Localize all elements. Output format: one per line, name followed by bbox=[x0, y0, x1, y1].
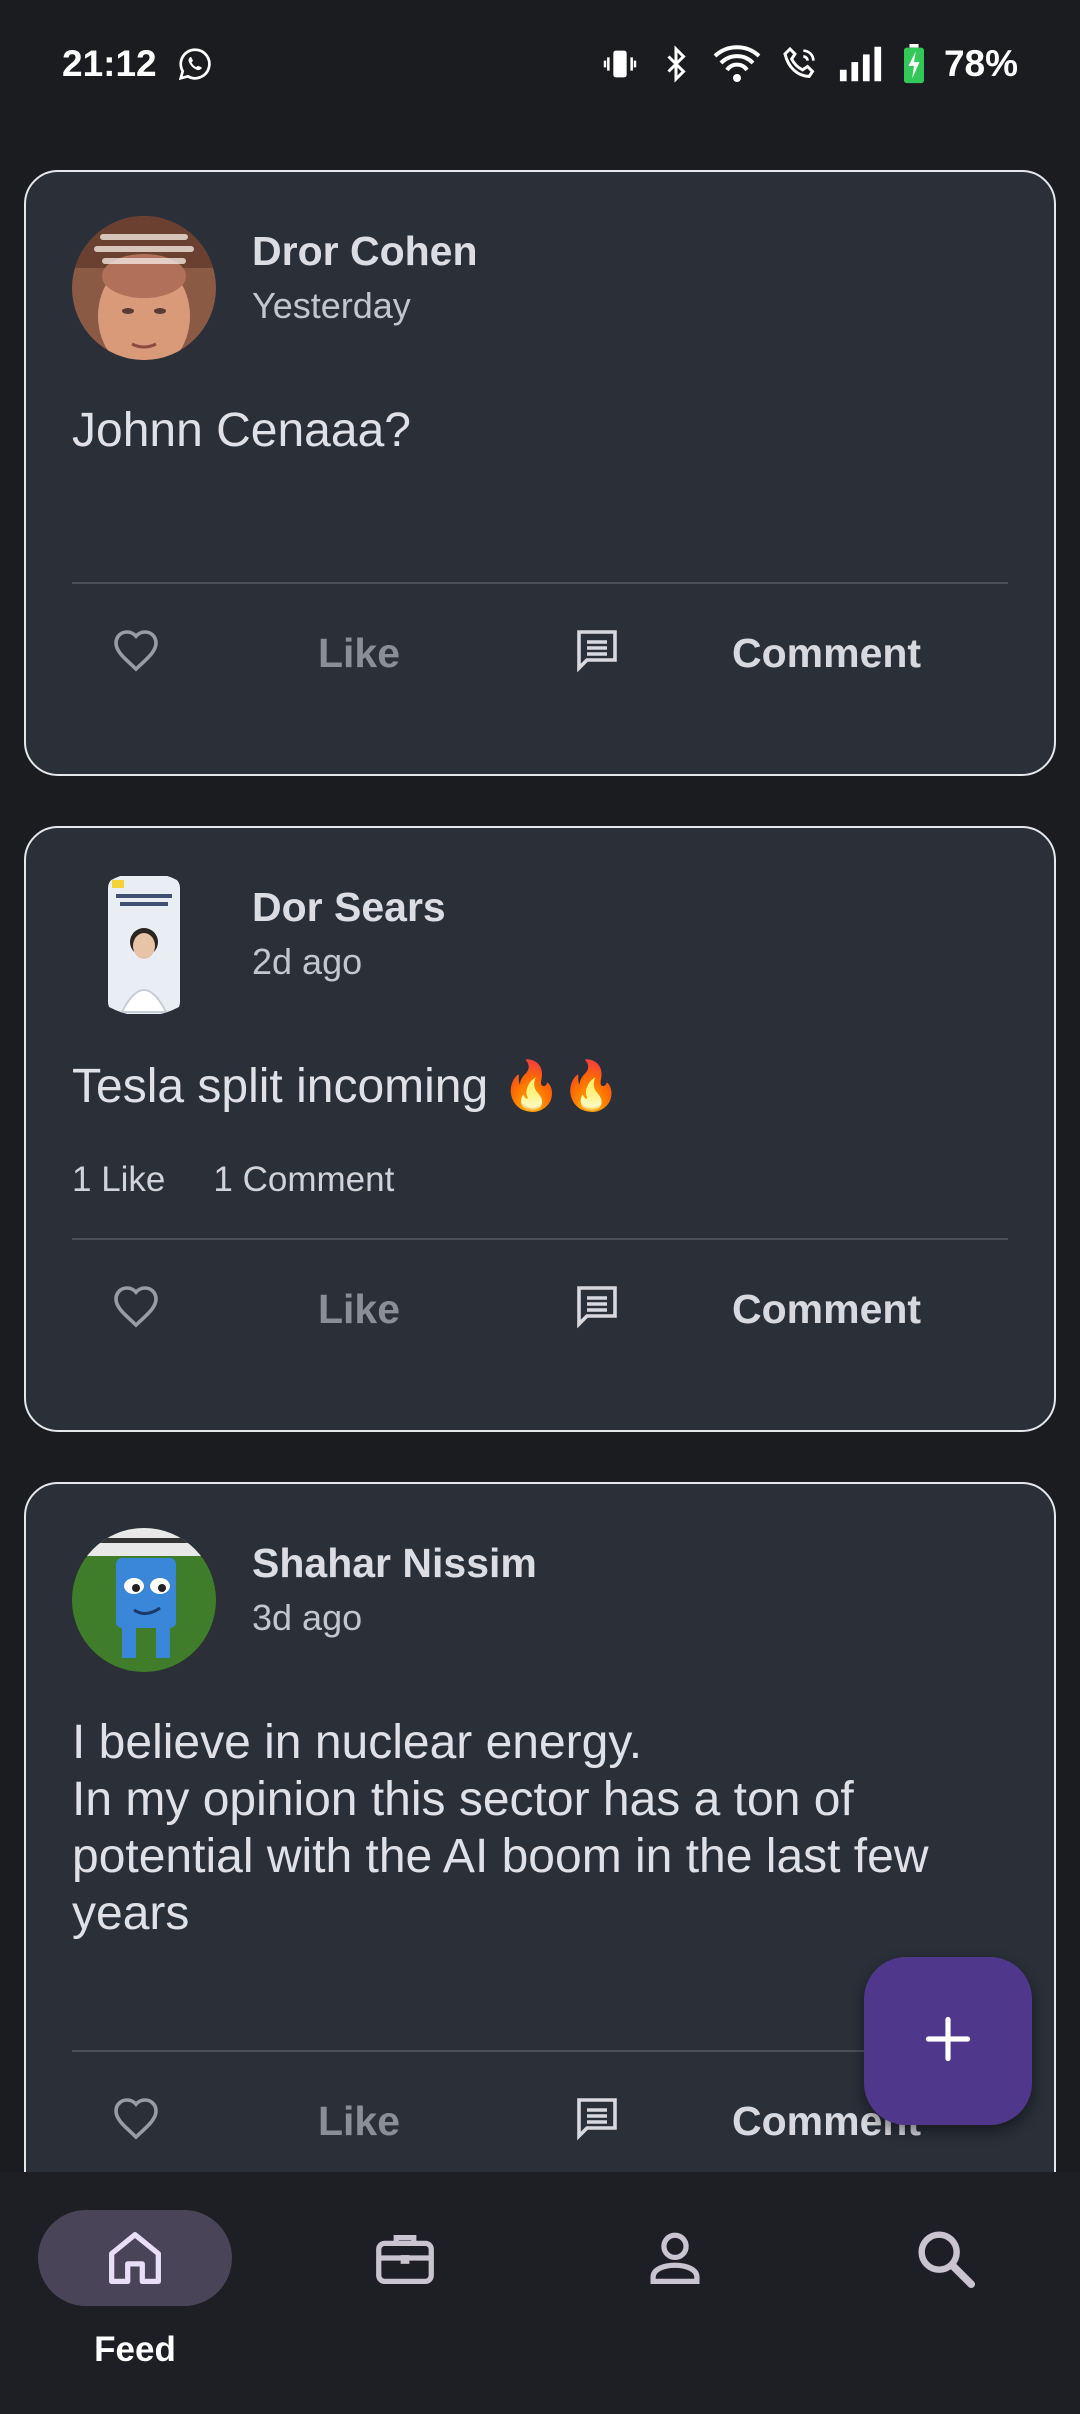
post-actions: Like Comment bbox=[72, 600, 1008, 700]
likes-count[interactable]: 1 Like bbox=[72, 1160, 165, 1200]
nav-item-feed[interactable]: Feed bbox=[0, 2172, 270, 2414]
bottom-navigation: Feed bbox=[0, 2172, 1080, 2414]
post-header: Dor Sears 2d ago bbox=[72, 872, 446, 1016]
like-button[interactable]: Like bbox=[318, 2098, 400, 2145]
heart-icon[interactable] bbox=[112, 628, 160, 677]
battery-charging-icon bbox=[902, 44, 926, 84]
comment-button[interactable]: Comment bbox=[732, 1286, 921, 1333]
comment-icon[interactable] bbox=[572, 1282, 622, 1335]
comments-count[interactable]: 1 Comment bbox=[213, 1160, 394, 1200]
post-text: I believe in nuclear energy. In my opini… bbox=[72, 1714, 1008, 1942]
plus-icon bbox=[922, 2013, 974, 2070]
author-name[interactable]: Dor Sears bbox=[252, 884, 446, 931]
status-left: 21:12 bbox=[62, 43, 213, 85]
nav-item-jobs[interactable] bbox=[270, 2172, 540, 2414]
divider bbox=[72, 1238, 1008, 1240]
comment-button[interactable]: Comment bbox=[732, 630, 921, 677]
status-time: 21:12 bbox=[62, 43, 157, 84]
author-block: Shahar Nissim 3d ago bbox=[252, 1540, 537, 1639]
post-text-line: In my opinion this sector has a ton of bbox=[72, 1773, 854, 1826]
status-bar: 21:12 78% bbox=[0, 0, 1080, 128]
status-right: 78% bbox=[600, 43, 1018, 85]
signal-icon bbox=[838, 44, 884, 84]
post-text: Johnn Cenaaa? bbox=[72, 404, 411, 457]
post-text: Tesla split incoming 🔥🔥 bbox=[72, 1060, 622, 1113]
post-time: Yesterday bbox=[252, 285, 411, 326]
like-button[interactable]: Like bbox=[318, 630, 400, 677]
person-icon bbox=[640, 2223, 710, 2298]
home-icon bbox=[100, 2223, 170, 2298]
feed-list[interactable]: Dror Cohen Yesterday Johnn Cenaaa? Like … bbox=[0, 128, 1080, 2172]
avatar[interactable] bbox=[72, 1528, 216, 1672]
wifi-icon bbox=[712, 44, 762, 84]
nav-label-feed: Feed bbox=[94, 2330, 176, 2369]
author-name[interactable]: Dror Cohen bbox=[252, 228, 478, 275]
post-text-line: potential with the AI boom in the last f… bbox=[72, 1830, 929, 1883]
post-card[interactable]: Dor Sears 2d ago Tesla split incoming 🔥🔥… bbox=[24, 826, 1056, 1432]
briefcase-icon bbox=[370, 2223, 440, 2298]
heart-icon[interactable] bbox=[112, 2096, 160, 2145]
wifi-call-icon bbox=[780, 44, 820, 84]
bluetooth-icon bbox=[658, 44, 694, 84]
post-counts: 1 Like 1 Comment bbox=[72, 1160, 394, 1200]
comment-icon[interactable] bbox=[572, 2094, 622, 2147]
post-actions: Like Comment bbox=[72, 1256, 1008, 1356]
post-text-line: years bbox=[72, 1887, 190, 1940]
nav-item-profile[interactable] bbox=[540, 2172, 810, 2414]
battery-percent: 78% bbox=[943, 43, 1018, 84]
author-block: Dror Cohen Yesterday bbox=[252, 228, 478, 327]
post-card[interactable]: Dror Cohen Yesterday Johnn Cenaaa? Like … bbox=[24, 170, 1056, 776]
avatar[interactable] bbox=[72, 872, 216, 1016]
divider bbox=[72, 582, 1008, 584]
post-time: 2d ago bbox=[252, 941, 363, 982]
post-header: Shahar Nissim 3d ago bbox=[72, 1528, 537, 1672]
like-button[interactable]: Like bbox=[318, 1286, 400, 1333]
search-icon bbox=[910, 2223, 980, 2298]
post-time: 3d ago bbox=[252, 1597, 363, 1638]
avatar[interactable] bbox=[72, 216, 216, 360]
author-name[interactable]: Shahar Nissim bbox=[252, 1540, 537, 1587]
nav-item-search[interactable] bbox=[810, 2172, 1080, 2414]
heart-icon[interactable] bbox=[112, 1284, 160, 1333]
comment-icon[interactable] bbox=[572, 626, 622, 679]
whatsapp-icon bbox=[177, 46, 213, 82]
author-block: Dor Sears 2d ago bbox=[252, 884, 446, 983]
post-text-line: I believe in nuclear energy. bbox=[72, 1716, 643, 1769]
vibrate-icon bbox=[600, 44, 640, 84]
new-post-button[interactable] bbox=[864, 1957, 1032, 2125]
post-header: Dror Cohen Yesterday bbox=[72, 216, 478, 360]
